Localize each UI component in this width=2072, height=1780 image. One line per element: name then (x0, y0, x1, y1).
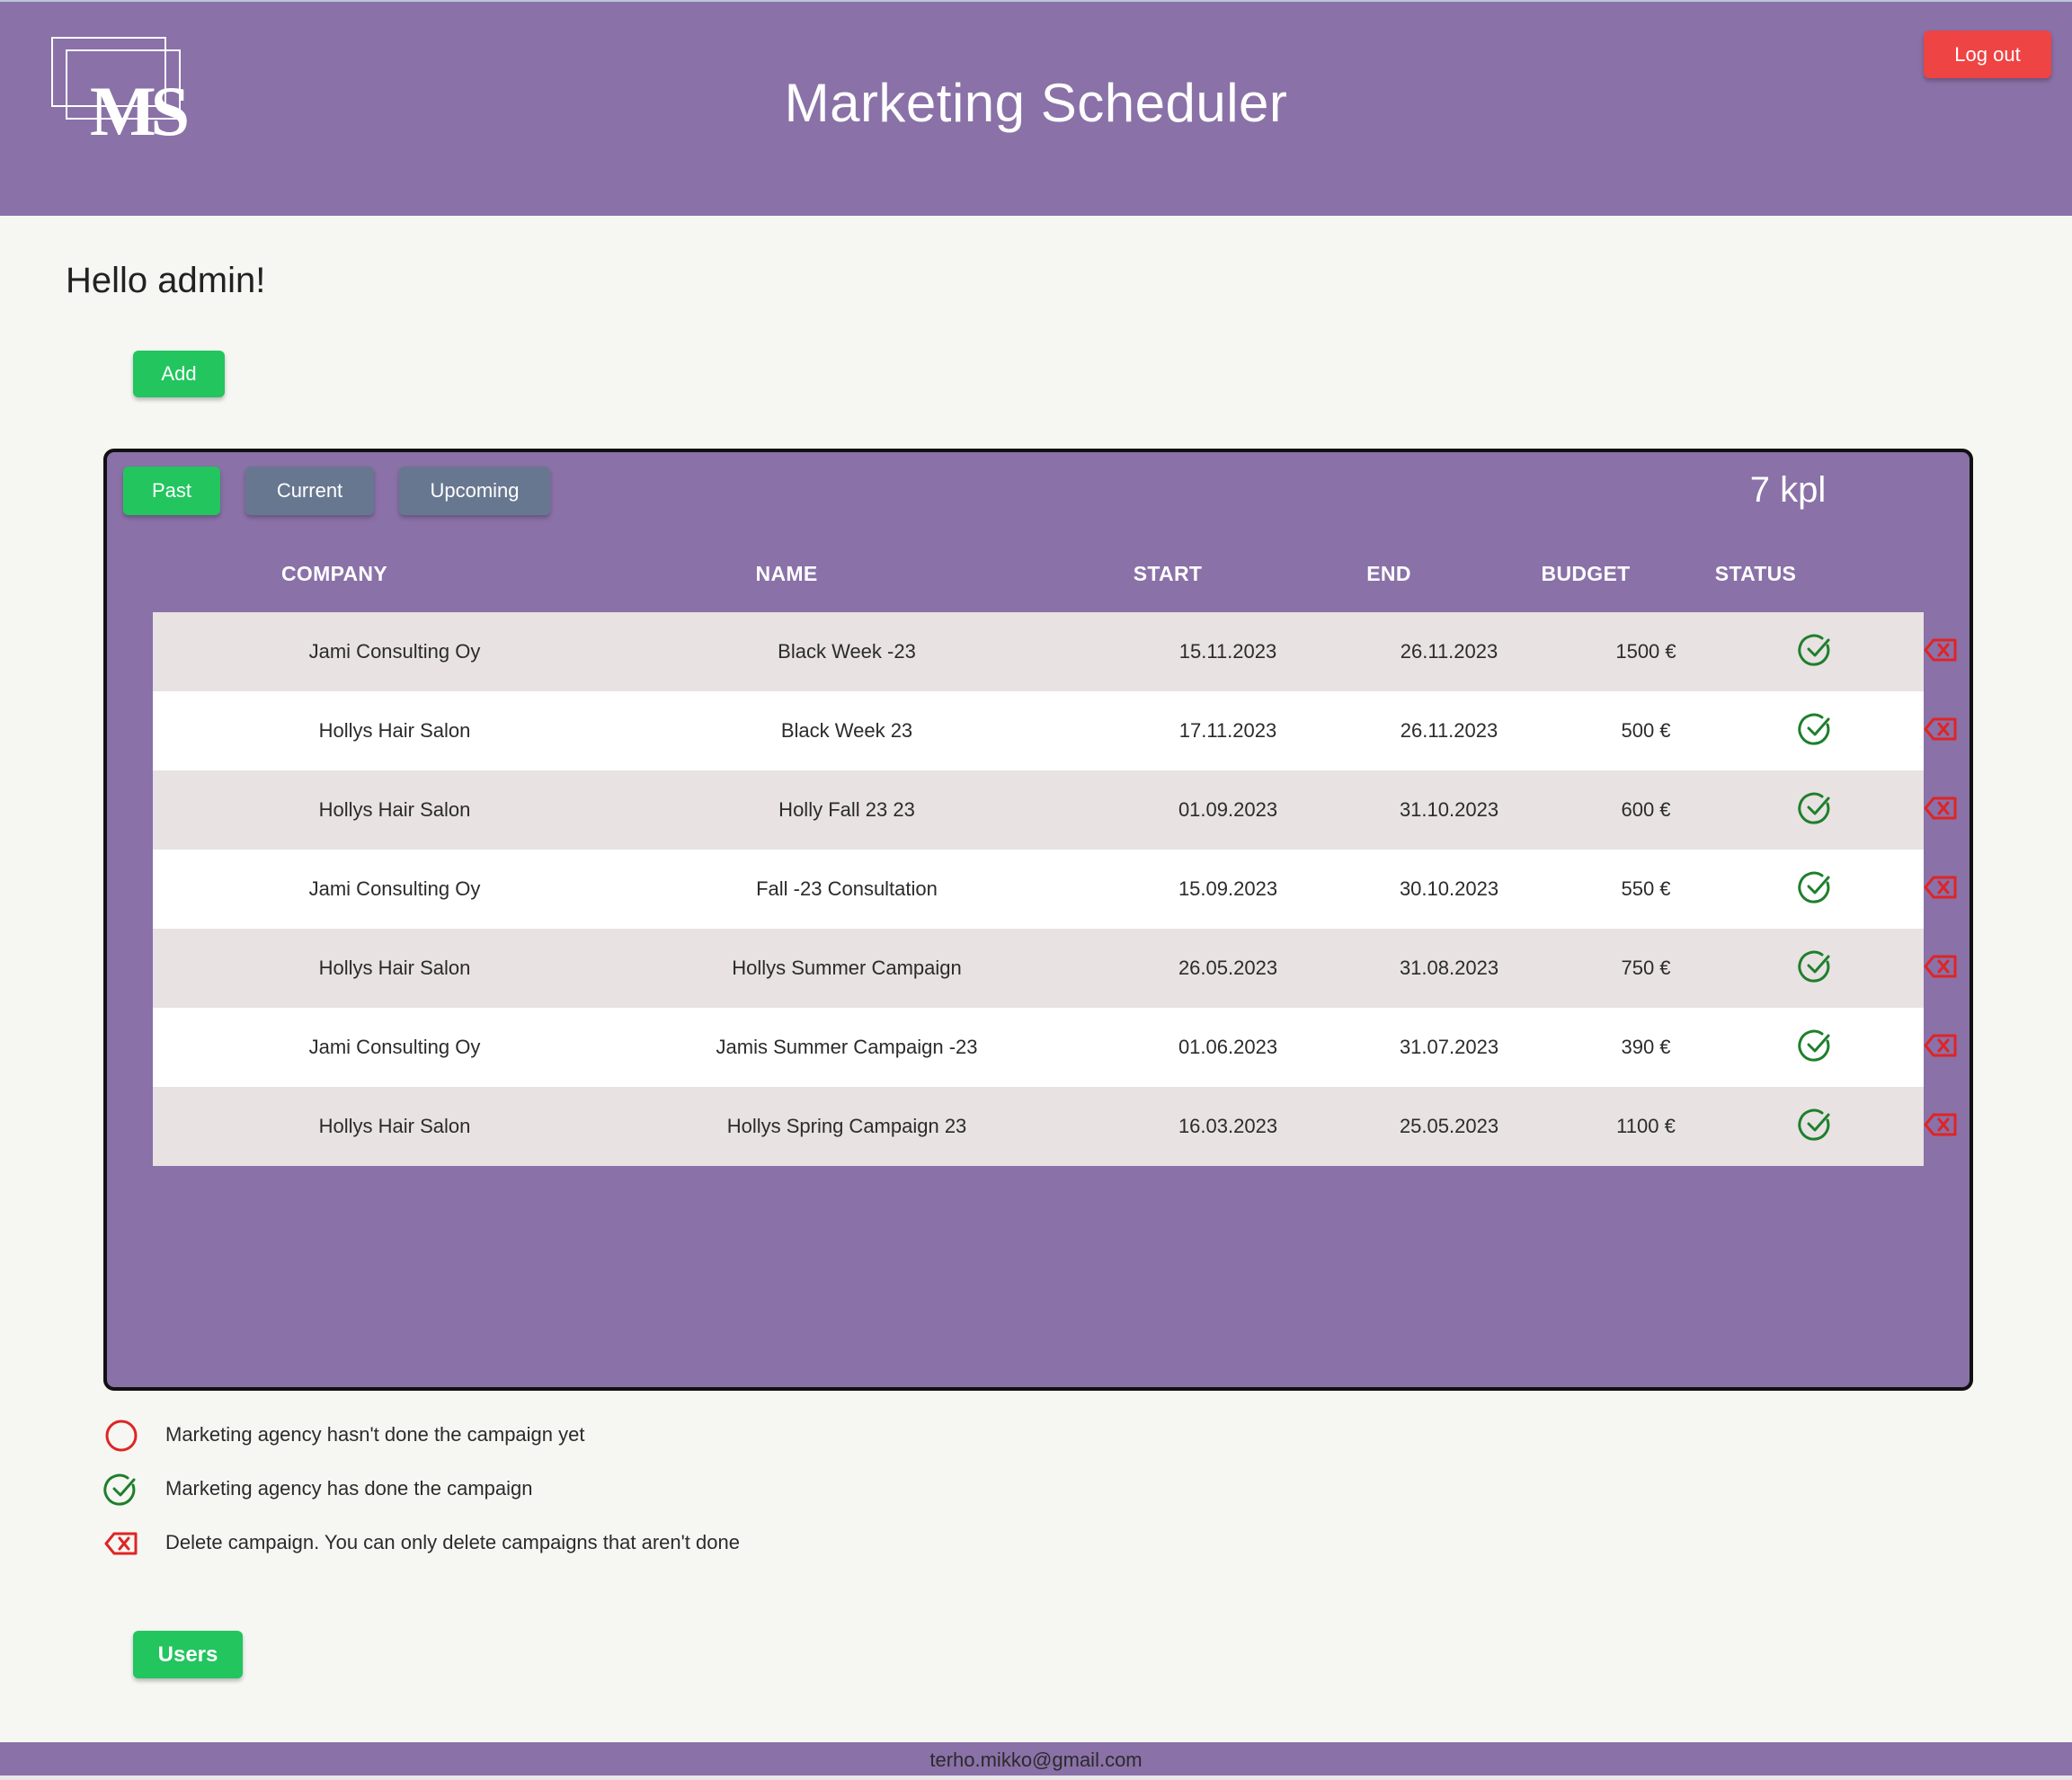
table-row: Hollys Hair Salon Hollys Spring Campaign … (153, 1087, 1957, 1166)
cell-budget: 550 € (1621, 877, 1671, 900)
cell-budget: 1500 € (1615, 640, 1676, 663)
cell-name: Black Week -23 (778, 640, 916, 663)
delete-icon (103, 1526, 139, 1566)
cell-company: Jami Consulting Oy (308, 640, 481, 663)
delete-icon[interactable] (1923, 1028, 1959, 1068)
table-row: Hollys Hair Salon Holly Fall 23 23 01.09.2… (153, 770, 1957, 850)
cell-start: 01.09.2023 (1178, 798, 1278, 821)
cell-start: 17.11.2023 (1178, 719, 1277, 742)
legend-text: Marketing agency has done the campaign (165, 1477, 533, 1500)
bottom-border-line (0, 1776, 2072, 1780)
check-circle-icon[interactable] (1798, 1028, 1834, 1068)
cell-name: Fall -23 Consultation (756, 877, 938, 900)
column-header-end: END (1366, 562, 1411, 585)
cell-name: Hollys Summer Campaign (732, 957, 962, 979)
footer-email: terho.mikko@gmail.com (929, 1749, 1143, 1771)
circle-icon (103, 1418, 139, 1458)
cell-name: Black Week 23 (780, 719, 913, 742)
check-circle-icon[interactable] (1798, 1107, 1834, 1147)
tab-upcoming[interactable]: Upcoming (399, 467, 550, 515)
cell-name: Jamis Summer Campaign -23 (716, 1036, 978, 1058)
greeting-text: Hello admin! (66, 261, 266, 300)
cell-company: Hollys Hair Salon (318, 957, 471, 979)
check-circle-icon[interactable] (1798, 948, 1834, 989)
legend-text: Delete campaign. You can only delete cam… (165, 1531, 740, 1553)
column-header-start: START (1133, 562, 1203, 585)
check-circle-icon[interactable] (1798, 711, 1834, 752)
column-header-budget: BUDGET (1541, 562, 1631, 585)
table-row: Hollys Hair Salon Black Week 23 17.11.2023… (153, 691, 1957, 770)
users-button[interactable]: Users (133, 1631, 243, 1678)
delete-icon[interactable] (1923, 948, 1959, 989)
campaign-count: 7 kpl (1749, 470, 1827, 510)
table-row: Jami Consulting Oy Black Week -23 15.11.20… (153, 612, 1957, 691)
check-circle-icon (103, 1472, 139, 1512)
cell-budget: 750 € (1621, 957, 1671, 979)
table-row: Jami Consulting Oy Fall -23 Consultation 1… (153, 850, 1957, 929)
cell-budget: 390 € (1621, 1036, 1671, 1058)
cell-end: 25.05.2023 (1399, 1115, 1499, 1137)
tab-current[interactable]: Current (245, 467, 374, 515)
cell-end: 31.07.2023 (1399, 1036, 1499, 1058)
cell-start: 15.09.2023 (1178, 877, 1278, 900)
legend-text: Marketing agency hasn't done the campaig… (165, 1423, 585, 1446)
tab-past[interactable]: Past (123, 467, 220, 515)
cell-end: 30.10.2023 (1399, 877, 1499, 900)
check-circle-icon[interactable] (1798, 790, 1834, 831)
cell-budget: 500 € (1621, 719, 1671, 742)
column-header-company: COMPANY (281, 562, 387, 585)
add-campaign-button[interactable]: Add (133, 351, 225, 397)
cell-budget: 600 € (1621, 798, 1671, 821)
cell-name: Holly Fall 23 23 (778, 798, 915, 821)
cell-company: Jami Consulting Oy (308, 1036, 481, 1058)
legend-item-done: Marketing agency has done the campaign (103, 1468, 912, 1513)
delete-icon[interactable] (1923, 790, 1959, 831)
cell-company: Jami Consulting Oy (308, 877, 481, 900)
legend-item-not-done: Marketing agency hasn't done the campaig… (103, 1414, 912, 1459)
cell-end: 26.11.2023 (1400, 719, 1498, 742)
cell-start: 01.06.2023 (1178, 1036, 1278, 1058)
campaign-table-body: Jami Consulting Oy Black Week -23 15.11.20… (153, 612, 1957, 1166)
campaigns-panel: Past Current Upcoming 7 kpl COMPANY NAME… (103, 449, 1973, 1391)
cell-name: Hollys Spring Campaign 23 (726, 1115, 967, 1137)
footer: terho.mikko@gmail.com (0, 1742, 2072, 1776)
column-header-name: NAME (755, 562, 818, 585)
app-header: MS Marketing Scheduler Log out (0, 2, 2072, 216)
check-circle-icon[interactable] (1798, 632, 1834, 672)
cell-start: 15.11.2023 (1178, 640, 1277, 663)
cell-start: 26.05.2023 (1178, 957, 1278, 979)
check-circle-icon[interactable] (1798, 869, 1834, 910)
table-header: COMPANY NAME START END BUDGET STATUS (107, 562, 1970, 598)
table-row: Jami Consulting Oy Jamis Summer Campaign … (153, 1008, 1957, 1087)
cell-start: 16.03.2023 (1178, 1115, 1278, 1137)
legend-item-delete: Delete campaign. You can only delete cam… (103, 1522, 912, 1567)
delete-icon[interactable] (1923, 632, 1959, 672)
cell-end: 26.11.2023 (1400, 640, 1498, 663)
logout-button[interactable]: Log out (1924, 31, 2051, 78)
column-header-status: STATUS (1714, 562, 1797, 585)
cell-company: Hollys Hair Salon (318, 798, 471, 821)
cell-end: 31.08.2023 (1399, 957, 1499, 979)
cell-budget: 1100 € (1616, 1115, 1676, 1137)
delete-icon[interactable] (1923, 1107, 1959, 1147)
table-row: Hollys Hair Salon Hollys Summer Campaign 2… (153, 929, 1957, 1008)
delete-icon[interactable] (1923, 869, 1959, 910)
app-title: Marketing Scheduler (784, 73, 1288, 133)
cell-company: Hollys Hair Salon (318, 719, 471, 742)
cell-company: Hollys Hair Salon (318, 1115, 471, 1137)
delete-icon[interactable] (1923, 711, 1959, 752)
cell-end: 31.10.2023 (1399, 798, 1499, 821)
